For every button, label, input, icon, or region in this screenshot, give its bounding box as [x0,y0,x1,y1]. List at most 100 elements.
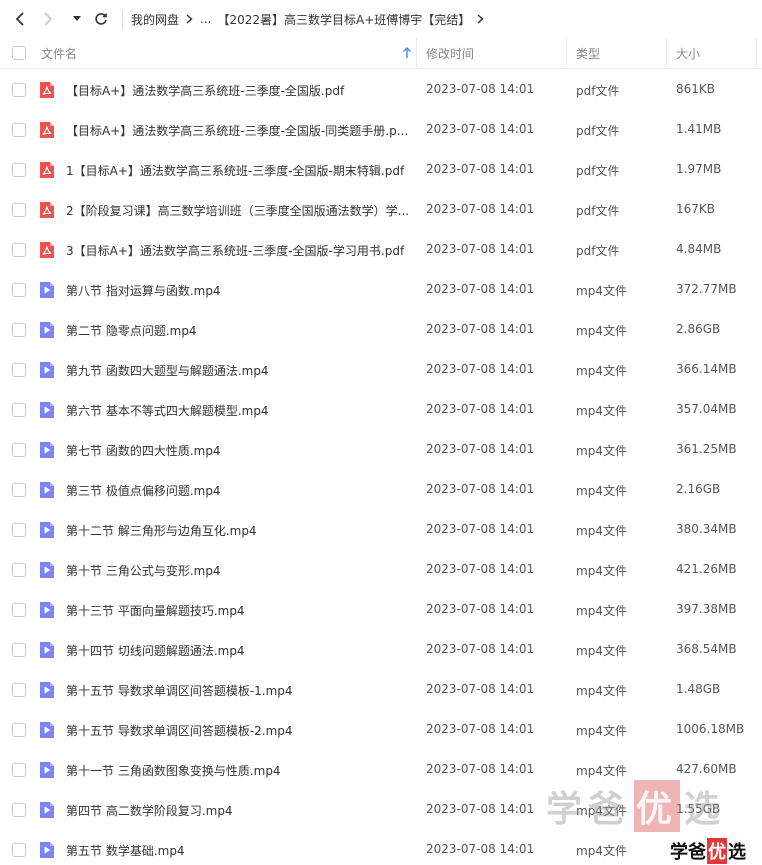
file-name[interactable]: 【目标A+】通法数学高三系统班-三季度-全国版.pdf [66,82,411,99]
file-name[interactable]: 第七节 函数的四大性质.mp4 [66,442,411,459]
file-name[interactable]: 第十一节 三角函数图象变换与性质.mp4 [66,762,411,779]
file-row[interactable]: 第九节 函数四大题型与解题通法.mp4 2023-07-08 14:01 mp4文件… [0,350,762,390]
file-name[interactable]: 第五节 数学基础.mp4 [66,842,411,859]
row-checkbox[interactable] [12,243,26,257]
file-name[interactable]: 第八节 指对运算与函数.mp4 [66,282,411,299]
file-name[interactable]: 第十节 三角公式与变形.mp4 [66,562,411,579]
row-checkbox[interactable] [12,283,26,297]
row-checkbox[interactable] [12,163,26,177]
column-header-size[interactable]: 大小 [676,45,700,62]
row-checkbox[interactable] [12,83,26,97]
video-file-icon [38,721,56,739]
row-checkbox[interactable] [12,723,26,737]
file-name[interactable]: 第三节 极值点偏移问题.mp4 [66,482,411,499]
file-row[interactable]: 第八节 指对运算与函数.mp4 2023-07-08 14:01 mp4文件 372.… [0,270,762,310]
file-modified-time: 2023-07-08 14:01 [426,722,535,736]
file-size: 2.16GB [676,482,721,496]
file-name[interactable]: 第十五节 导数求单调区间答题模板-2.mp4 [66,722,411,739]
row-checkbox[interactable] [12,203,26,217]
row-checkbox[interactable] [12,363,26,377]
file-modified-time: 2023-07-08 14:01 [426,602,535,616]
file-row[interactable]: 第五节 数学基础.mp4 2023-07-08 14:01 mp4文件 [0,830,762,865]
file-size: 366.14MB [676,362,737,376]
video-file-icon [38,441,56,459]
file-size: 1006.18MB [676,722,745,736]
back-button[interactable] [6,5,34,33]
file-row[interactable]: 第二节 隐零点问题.mp4 2023-07-08 14:01 mp4文件 2.86GB [0,310,762,350]
row-checkbox[interactable] [12,843,26,857]
row-checkbox[interactable] [12,483,26,497]
file-name[interactable]: 1【目标A+】通法数学高三系统班-三季度-全国版-期末特辑.pdf [66,162,411,179]
row-checkbox[interactable] [12,803,26,817]
file-size: 397.38MB [676,602,737,616]
row-checkbox[interactable] [12,443,26,457]
file-row[interactable]: 第十三节 平面向量解题技巧.mp4 2023-07-08 14:01 mp4文件 39… [0,590,762,630]
file-row[interactable]: 第十节 三角公式与变形.mp4 2023-07-08 14:01 mp4文件 421.… [0,550,762,590]
column-divider[interactable] [666,38,667,69]
file-type: mp4文件 [576,324,627,338]
column-header-time[interactable]: 修改时间 [426,45,474,62]
watermark-text-2: 优 [634,780,681,832]
logo-text-2: 优 [707,838,727,864]
file-row[interactable]: 【目标A+】通法数学高三系统班-三季度-全国版.pdf 2023-07-08 14… [0,70,762,110]
file-modified-time: 2023-07-08 14:01 [426,202,535,216]
file-name[interactable]: 2【阶段复习课】高三数学培训班（三季度全国版通法数学）学... [66,202,411,219]
column-header-name[interactable]: 文件名 [41,45,77,62]
video-file-icon [38,561,56,579]
sort-ascending-icon[interactable] [402,47,412,59]
file-size: 372.77MB [676,282,737,296]
file-row[interactable]: 第十五节 导数求单调区间答题模板-1.mp4 2023-07-08 14:01 mp… [0,670,762,710]
select-all-checkbox[interactable] [12,46,26,60]
file-row[interactable]: 第十五节 导数求单调区间答题模板-2.mp4 2023-07-08 14:01 mp… [0,710,762,750]
file-row[interactable]: 2【阶段复习课】高三数学培训班（三季度全国版通法数学）学... 2023-07-0… [0,190,762,230]
refresh-button[interactable] [90,5,112,33]
file-type: pdf文件 [576,84,620,98]
column-divider[interactable] [756,38,757,69]
file-type: pdf文件 [576,124,620,138]
history-dropdown-button[interactable] [68,5,86,33]
column-divider[interactable] [566,38,567,69]
file-size: 1.97MB [676,162,722,176]
row-checkbox[interactable] [12,323,26,337]
file-name[interactable]: 第二节 隐零点问题.mp4 [66,322,411,339]
column-header-type[interactable]: 类型 [576,45,600,62]
file-size: 357.04MB [676,402,737,416]
file-name[interactable]: 【目标A+】通法数学高三系统班-三季度-全国版-同类题手册.p... [66,122,411,139]
file-row[interactable]: 第七节 函数的四大性质.mp4 2023-07-08 14:01 mp4文件 361.… [0,430,762,470]
breadcrumb-ellipsis[interactable]: ... [200,12,211,26]
breadcrumb-root[interactable]: 我的网盘 [131,11,179,28]
row-checkbox[interactable] [12,523,26,537]
row-checkbox[interactable] [12,563,26,577]
logo-text-1: 学爸 [670,842,706,863]
file-name[interactable]: 第九节 函数四大题型与解题通法.mp4 [66,362,411,379]
row-checkbox[interactable] [12,403,26,417]
row-checkbox[interactable] [12,763,26,777]
breadcrumb-current[interactable]: 【2022暑】高三数学目标A+班傅博宇【完结】 [217,11,470,28]
file-name[interactable]: 第十四节 切线问题解题通法.mp4 [66,642,411,659]
file-size: 1.48GB [676,682,721,696]
file-row[interactable]: 【目标A+】通法数学高三系统班-三季度-全国版-同类题手册.p... 2023-0… [0,110,762,150]
file-name[interactable]: 第十三节 平面向量解题技巧.mp4 [66,602,411,619]
file-name[interactable]: 第六节 基本不等式四大解题模型.mp4 [66,402,411,419]
file-name[interactable]: 第十五节 导数求单调区间答题模板-1.mp4 [66,682,411,699]
file-row[interactable]: 第十四节 切线问题解题通法.mp4 2023-07-08 14:01 mp4文件 36… [0,630,762,670]
forward-button[interactable] [34,5,62,33]
file-name[interactable]: 第十二节 解三角形与边角互化.mp4 [66,522,411,539]
file-row[interactable]: 1【目标A+】通法数学高三系统班-三季度-全国版-期末特辑.pdf 2023-07… [0,150,762,190]
file-size: 2.86GB [676,322,721,336]
file-row[interactable]: 第十二节 解三角形与边角互化.mp4 2023-07-08 14:01 mp4文件 3… [0,510,762,550]
row-checkbox[interactable] [12,603,26,617]
file-name[interactable]: 第四节 高二数学阶段复习.mp4 [66,802,411,819]
column-divider[interactable] [416,38,417,69]
video-file-icon [38,481,56,499]
file-row[interactable]: 3【目标A+】通法数学高三系统班-三季度-全国版-学习用书.pdf 2023-07… [0,230,762,270]
row-checkbox[interactable] [12,643,26,657]
file-row[interactable]: 第六节 基本不等式四大解题模型.mp4 2023-07-08 14:01 mp4文件… [0,390,762,430]
file-type: mp4文件 [576,764,627,778]
file-name[interactable]: 3【目标A+】通法数学高三系统班-三季度-全国版-学习用书.pdf [66,242,411,259]
row-checkbox[interactable] [12,683,26,697]
file-modified-time: 2023-07-08 14:01 [426,82,535,96]
file-type: mp4文件 [576,564,627,578]
row-checkbox[interactable] [12,123,26,137]
file-row[interactable]: 第三节 极值点偏移问题.mp4 2023-07-08 14:01 mp4文件 2.16… [0,470,762,510]
